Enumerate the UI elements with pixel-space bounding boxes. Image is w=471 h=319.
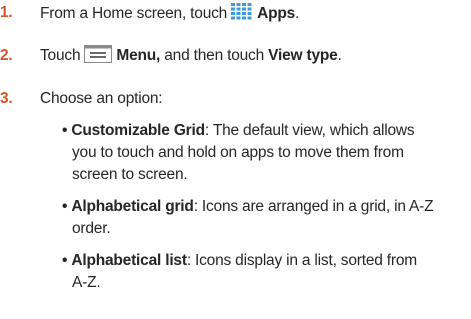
- option-line: you to touch and hold on apps to move th…: [72, 144, 404, 161]
- step-number: 2.: [0, 47, 13, 64]
- step-text-after: .: [337, 47, 342, 64]
- menu-label: Menu,: [116, 47, 161, 64]
- step-text: Touch Menu, and then touch View type.: [40, 45, 342, 67]
- option-line: screen to screen.: [72, 166, 188, 183]
- instruction-page: 1. From a Home screen, touch Apps. 2. To…: [0, 0, 471, 319]
- step-text-before: Touch: [40, 47, 81, 64]
- bullet-marker: •: [62, 122, 68, 139]
- option-term: Alphabetical grid: [71, 198, 194, 215]
- menu-icon: [84, 45, 113, 63]
- option-term: Alphabetical list: [71, 252, 187, 269]
- option-line: order.: [72, 220, 111, 237]
- option-description: : Icons display in a list, sorted from: [186, 252, 417, 269]
- step-number: 1.: [0, 4, 13, 21]
- option-line: A-Z.: [72, 274, 101, 291]
- step-text: Choose an option:: [40, 90, 163, 107]
- apps-label: Apps: [257, 5, 296, 22]
- step-text-after: .: [295, 5, 300, 22]
- option-line: • Alphabetical grid: Icons are arranged …: [62, 196, 462, 218]
- option-alphabetical-list: • Alphabetical list: Icons display in a …: [62, 250, 462, 294]
- apps-grid-icon: [230, 2, 255, 22]
- option-term: Customizable Grid: [71, 122, 205, 139]
- option-line: • Alphabetical list: Icons display in a …: [62, 250, 462, 272]
- option-description: : Icons are arranged in a grid, in A-Z: [193, 198, 434, 215]
- step-number: 3.: [0, 90, 13, 107]
- step-text-before: From a Home screen, touch: [40, 5, 228, 22]
- bullet-marker: •: [62, 252, 68, 269]
- step-text-middle: and then touch: [160, 47, 269, 64]
- option-line: • Customizable Grid: The default view, w…: [62, 120, 462, 142]
- step-text: From a Home screen, touch Apps.: [40, 2, 299, 25]
- option-alphabetical-grid: • Alphabetical grid: Icons are arranged …: [62, 196, 462, 240]
- option-description: : The default view, which allows: [204, 122, 415, 139]
- bullet-marker: •: [62, 198, 68, 215]
- view-type-label: View type: [268, 47, 338, 64]
- option-customizable-grid: • Customizable Grid: The default view, w…: [62, 120, 462, 186]
